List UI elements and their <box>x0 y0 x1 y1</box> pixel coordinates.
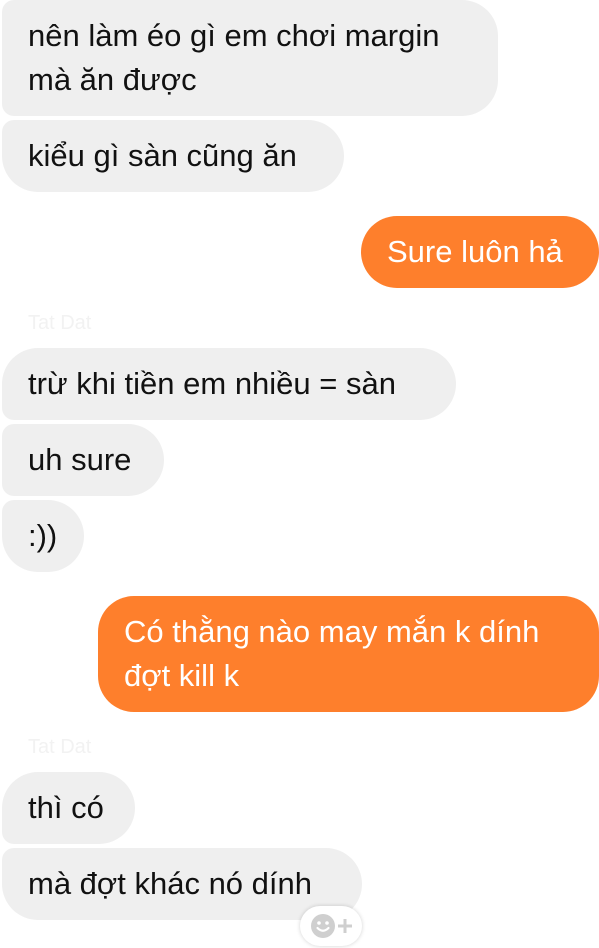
message-bubble-incoming[interactable]: trừ khi tiền em nhiều = sàn <box>2 348 456 420</box>
message-bubble-incoming[interactable]: nên làm éo gì em chơi margin mà ăn được <box>2 0 498 116</box>
plus-icon <box>338 919 352 933</box>
message-bubble-outgoing[interactable]: Có thằng nào may mắn k dính đợt kill k <box>98 596 599 712</box>
message-bubble-incoming[interactable]: :)) <box>2 500 84 572</box>
smiley-icon <box>310 913 336 939</box>
sender-name: Tat Dat <box>28 312 92 334</box>
message-bubble-incoming[interactable]: thì có <box>2 772 135 844</box>
add-reaction-button[interactable] <box>300 906 362 946</box>
message-bubble-incoming[interactable]: uh sure <box>2 424 164 496</box>
sender-name: Tat Dat <box>28 736 92 758</box>
message-bubble-outgoing[interactable]: Sure luôn hả <box>361 216 599 288</box>
message-bubble-incoming[interactable]: kiểu gì sàn cũng ăn <box>2 120 344 192</box>
